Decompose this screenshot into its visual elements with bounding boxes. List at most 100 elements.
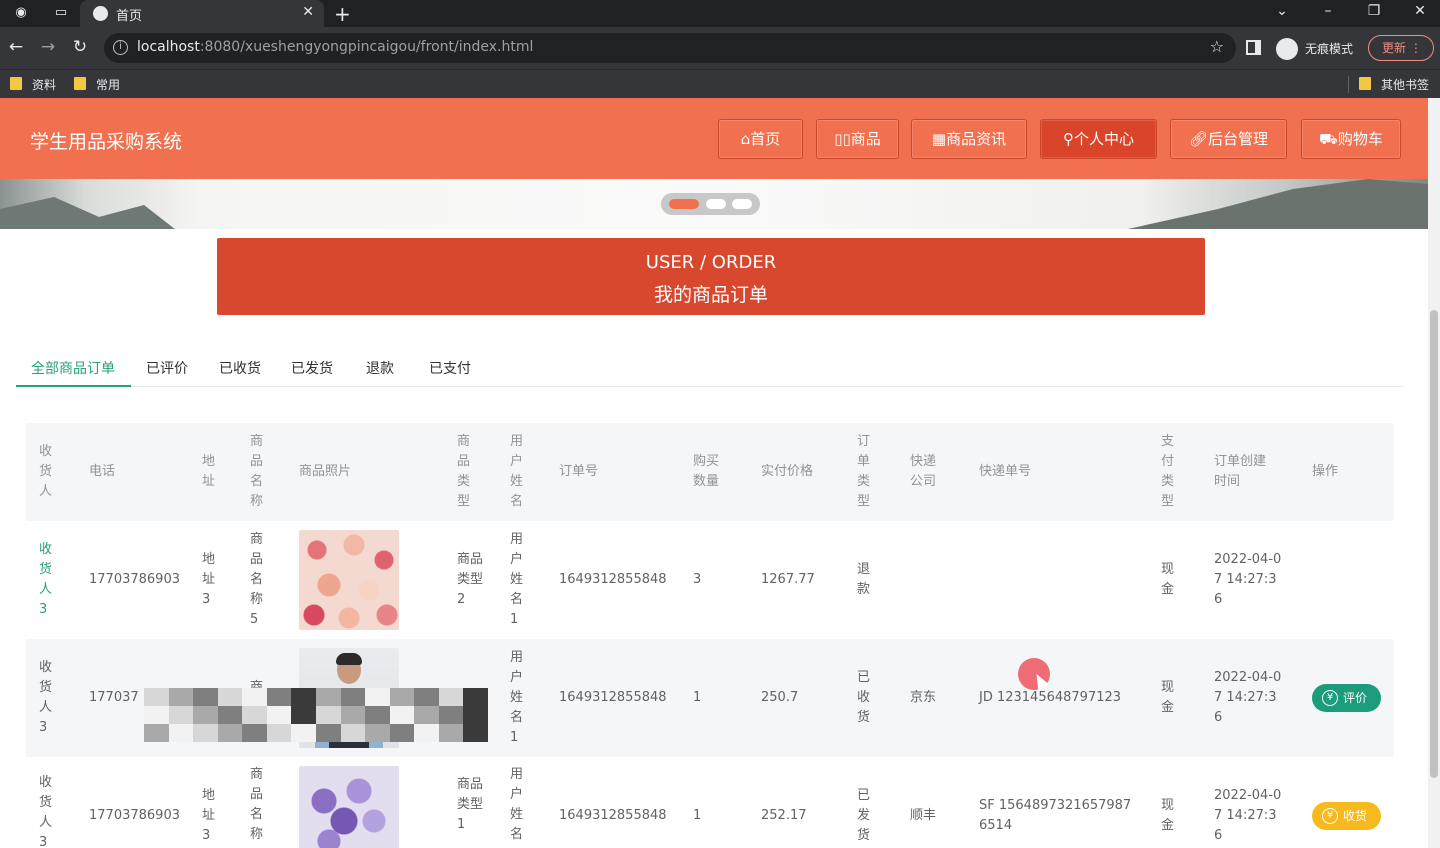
cell-created-text: 2022-04-07 14:27:36: [1214, 552, 1282, 607]
cell-product-type-text: 商品类型1: [457, 777, 484, 832]
cell-qty: 1: [693, 639, 733, 757]
browser-profile-icon[interactable]: ◉: [12, 5, 30, 21]
header-created: 订单创建时间: [1214, 423, 1274, 521]
receive-button[interactable]: ¥ 收货: [1312, 802, 1382, 830]
cell-consignee-text: 收货人3: [39, 660, 53, 735]
bookmark-folder-changyong[interactable]: 常用: [74, 76, 120, 93]
tab-all-orders[interactable]: 全部商品订单: [31, 358, 115, 378]
cell-express-text: 京东: [910, 690, 937, 705]
user-icon: ⚲: [1062, 130, 1074, 148]
cell-order-no: 1649312855848: [559, 757, 679, 848]
tab-refund[interactable]: 退款: [366, 358, 394, 378]
nav-goods[interactable]: ▯▯商品: [816, 119, 899, 159]
incognito-icon[interactable]: [1276, 38, 1298, 60]
close-tab-icon[interactable]: ✕: [302, 4, 314, 20]
cell-op: ¥ 收货: [1312, 757, 1382, 848]
goods-icon: ▯▯: [834, 130, 851, 148]
browser-toolbar: ← → ↻ i localhost:8080/xueshengyongpinca…: [0, 27, 1440, 69]
header-op-text: 操作: [1312, 464, 1339, 479]
scrollbar-thumb[interactable]: [1430, 310, 1438, 778]
back-icon[interactable]: ←: [6, 37, 26, 57]
cell-order-type: 退款: [857, 521, 877, 639]
cell-qty-text: 1: [693, 690, 702, 705]
reload-icon[interactable]: ↻: [70, 37, 90, 57]
side-panel-icon[interactable]: [1246, 40, 1261, 55]
bookmark-folder-ziliao[interactable]: 资料: [10, 76, 56, 93]
header-user-name: 用户姓名: [510, 423, 530, 521]
cell-qty-text: 3: [693, 572, 702, 587]
cell-price: 252.17: [761, 757, 831, 848]
header-product-name-text: 商品名称: [250, 434, 264, 509]
address-bar[interactable]: i localhost:8080/xueshengyongpincaigou/f…: [104, 33, 1236, 63]
cell-price-text: 1267.77: [761, 572, 815, 587]
roses-photo[interactable]: [299, 530, 399, 630]
cell-order-no: 1649312855848: [559, 521, 679, 639]
nav-home[interactable]: ⌂首页: [718, 119, 803, 159]
bookmark-folder-other[interactable]: 其他书签: [1359, 76, 1429, 93]
cell-price-text: 252.17: [761, 808, 807, 823]
header-phone-text: 电话: [89, 464, 116, 479]
nav-admin[interactable]: 🔗︎后台管理: [1170, 119, 1287, 159]
cell-address-text: 地址3: [202, 788, 216, 843]
tab-list-chevron-icon[interactable]: ⌄: [1270, 3, 1294, 19]
browser-tab[interactable]: 首页 ✕: [80, 0, 324, 27]
page-scrollbar[interactable]: [1428, 98, 1440, 848]
photo-hair: [336, 653, 362, 665]
cell-phone-text: 17703786903: [89, 808, 180, 823]
header-express-no: 快递单号: [979, 423, 1139, 521]
cell-price: 250.7: [761, 639, 831, 757]
url-text[interactable]: localhost:8080/xueshengyongpincaigou/fro…: [137, 39, 533, 55]
cell-consignee: 收货人3: [39, 639, 59, 757]
header-phone: 电话: [89, 423, 189, 521]
banner-rock-left: [0, 197, 180, 229]
tab-search-icon[interactable]: ▭: [52, 5, 70, 21]
cell-qty: 1: [693, 757, 733, 848]
cell-photo: [299, 757, 409, 848]
new-tab-icon[interactable]: +: [334, 2, 351, 26]
carousel-dot-1[interactable]: [669, 199, 699, 209]
review-button[interactable]: ¥ 评价: [1312, 684, 1382, 712]
nav-home-label: 首页: [750, 130, 781, 148]
incognito-label[interactable]: 无痕模式: [1305, 40, 1353, 57]
carousel-dot-3[interactable]: [732, 199, 752, 209]
privacy-mosaic: [144, 688, 488, 742]
cell-order-type-text: 已发货: [857, 788, 871, 843]
cell-express-text: 顺丰: [910, 808, 937, 823]
cell-product-type-text: 商品类型2: [457, 552, 484, 607]
tab-paid[interactable]: 已支付: [429, 358, 471, 378]
cell-pay-type-text: 现金: [1161, 798, 1175, 833]
cell-product-name: 商品名称5: [250, 521, 270, 639]
cell-op: [1312, 521, 1382, 639]
header-consignee-text: 收货人: [39, 444, 53, 499]
active-tab-indicator: [16, 385, 131, 387]
table-header-row: 收货人 电话 地址 商品名称 商品照片 商品类型 用户姓名 订单号 购买数量 实…: [26, 423, 1394, 521]
cell-qty-text: 1: [693, 808, 702, 823]
carousel-dot-2[interactable]: [706, 199, 726, 209]
cell-pay-type: 现金: [1161, 639, 1181, 757]
lilac-photo[interactable]: [299, 766, 399, 848]
cell-express-no-text: JD 123145648797123: [979, 690, 1122, 705]
cell-order-no-text: 1649312855848: [559, 690, 667, 705]
header-order-type: 订单类型: [857, 423, 877, 521]
restore-icon[interactable]: ❐: [1362, 3, 1386, 19]
nav-news[interactable]: ▦商品资讯: [911, 119, 1027, 159]
site-info-icon[interactable]: i: [113, 40, 128, 55]
nav-user-center[interactable]: ⚲个人中心: [1040, 119, 1157, 159]
nav-news-label: 商品资讯: [946, 130, 1007, 148]
forward-icon[interactable]: →: [38, 37, 58, 57]
update-button[interactable]: 更新 ⋮: [1368, 35, 1434, 61]
bookmark-star-icon[interactable]: ☆: [1210, 37, 1224, 56]
close-window-icon[interactable]: ✕: [1408, 3, 1432, 19]
tab-reviewed[interactable]: 已评价: [146, 358, 188, 378]
nav-cart[interactable]: ⛟购物车: [1301, 119, 1401, 159]
cell-consignee-text: 收货人3: [39, 542, 53, 617]
cell-order-no-text: 1649312855848: [559, 572, 667, 587]
header-order-no-text: 订单号: [559, 464, 599, 479]
tab-received[interactable]: 已收货: [219, 358, 261, 378]
header-photo-text: 商品照片: [299, 464, 352, 479]
cell-address-text: 地址3: [202, 552, 216, 607]
update-label: 更新: [1382, 41, 1407, 55]
tab-shipped[interactable]: 已发货: [291, 358, 333, 378]
minimize-icon[interactable]: –: [1316, 3, 1340, 19]
site-title: 学生用品采购系统: [30, 131, 183, 153]
